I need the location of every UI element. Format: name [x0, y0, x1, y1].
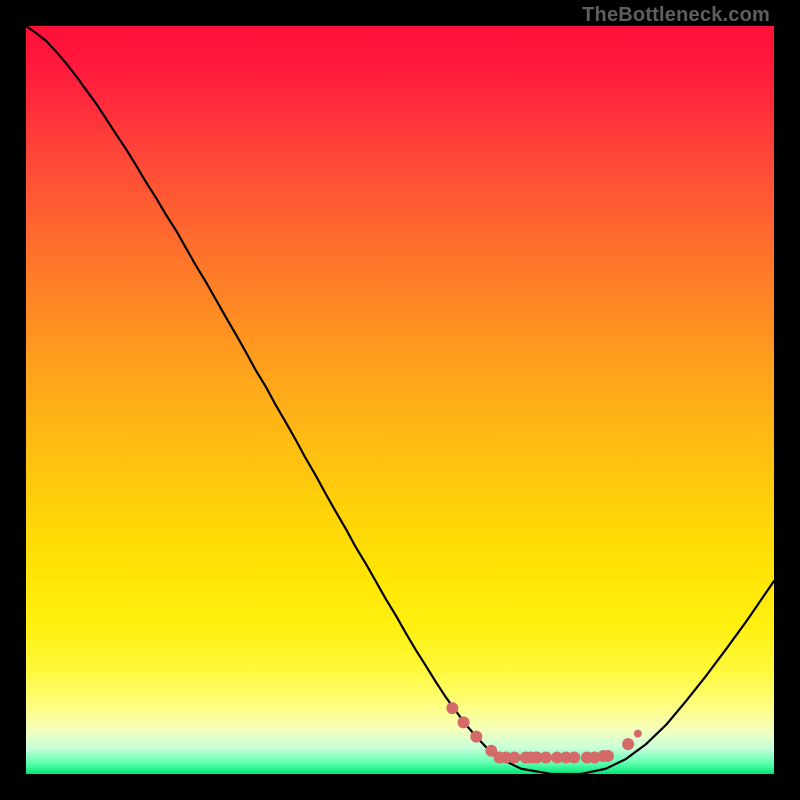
highlight-point — [622, 738, 634, 750]
highlight-point — [602, 750, 614, 762]
highlight-point — [568, 752, 580, 764]
highlight-point — [458, 716, 470, 728]
gradient-background — [26, 26, 774, 774]
highlight-point — [540, 752, 552, 764]
highlight-point — [634, 730, 642, 738]
attribution-label: TheBottleneck.com — [582, 4, 770, 27]
highlight-point — [508, 752, 520, 764]
highlight-point — [446, 702, 458, 714]
highlight-point — [470, 731, 482, 743]
plot-svg — [26, 26, 774, 774]
plot-area — [26, 26, 774, 774]
